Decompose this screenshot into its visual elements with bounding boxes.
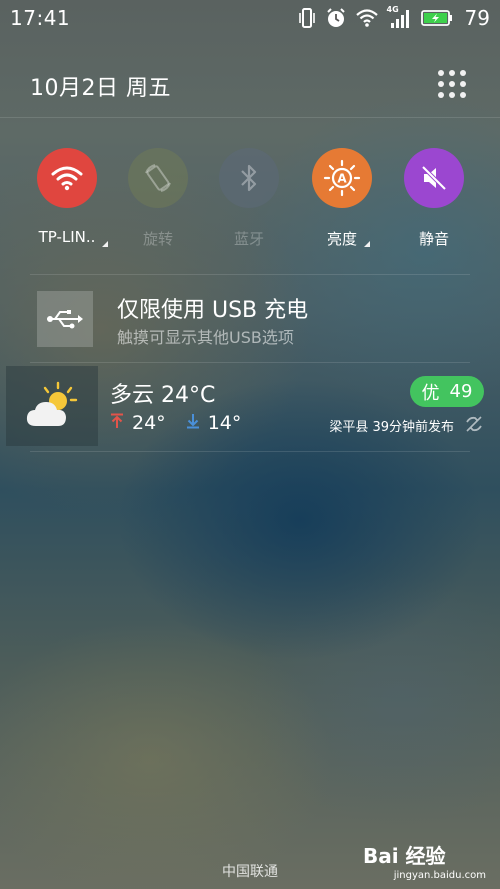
toggle-bluetooth[interactable]: 蓝牙 [204,148,294,258]
aqi-badge: 优 49 [410,376,484,407]
toggle-label: TP-LIN.. [38,228,96,246]
app-grid-icon[interactable] [438,70,468,100]
toggle-label: 亮度 [326,230,357,248]
toggle-label: 蓝牙 [233,230,264,248]
toggle-label: 旋转 [142,230,173,248]
battery-level: 79 [464,6,490,30]
temperature-low: 14° [207,412,242,434]
divider [30,451,470,452]
weather-condition: 多云 24°C [110,383,216,408]
divider [30,274,470,275]
divider [30,362,470,363]
toggle-rotate[interactable]: 旋转 [113,148,203,258]
signal-icon: 4G [387,5,413,29]
weather-source: 梁平县 39分钟前发布 [329,420,454,435]
arrow-up-icon [110,412,124,434]
battery-charging-icon [420,9,453,27]
usb-notification[interactable]: 仅限使用 USB 充电 触摸可显示其他USB选项 [0,282,500,360]
vibrate-icon [297,7,317,29]
aqi-value: 49 [449,381,473,402]
temperature-range: 24° 14° [110,412,241,434]
watermark-logo-text: Bai 经验 [363,844,446,868]
wifi-icon [355,8,379,28]
usb-title: 仅限使用 USB 充电 [117,298,309,323]
bluetooth-icon [219,148,279,208]
svg-text:A: A [337,172,347,186]
header-date: 10月2日 周五 [30,76,171,101]
toggle-wifi[interactable]: TP-LIN.. [22,148,112,258]
arrow-down-icon [186,412,200,434]
sync-icon[interactable] [464,414,484,434]
aqi-label: 优 [421,382,440,404]
expand-caret-icon [364,241,370,247]
partly-cloudy-icon [6,366,98,446]
quick-settings: TP-LIN.. 旋转 蓝牙 A 亮度 静音 [0,148,500,258]
weather-notification[interactable]: 多云 24°C 24° 14° 优 49 梁平县 39分钟前发布 [0,366,500,448]
toggle-label: 静音 [418,230,449,248]
expand-caret-icon [102,241,108,247]
alarm-icon [325,7,347,29]
notification-header: 10月2日 周五 [0,60,500,112]
baidu-logo: Bai 经验 [363,840,446,869]
status-bar: 17:41 4G 79 [0,0,500,36]
usb-icon [37,291,93,347]
wifi-icon [37,148,97,208]
usb-subtitle: 触摸可显示其他USB选项 [117,328,294,347]
divider [0,117,500,118]
rotate-icon [128,148,188,208]
temperature-high: 24° [132,412,166,434]
status-icons: 4G 79 [297,5,490,31]
brightness-icon: A [312,148,372,208]
toggle-mute[interactable]: 静音 [389,148,479,258]
status-time: 17:41 [10,6,71,30]
watermark: Bai 经验 jingyan.baidu.com [351,838,486,886]
mute-icon [404,148,464,208]
watermark-url: jingyan.baidu.com [393,870,486,881]
toggle-brightness[interactable]: A 亮度 [297,148,387,258]
